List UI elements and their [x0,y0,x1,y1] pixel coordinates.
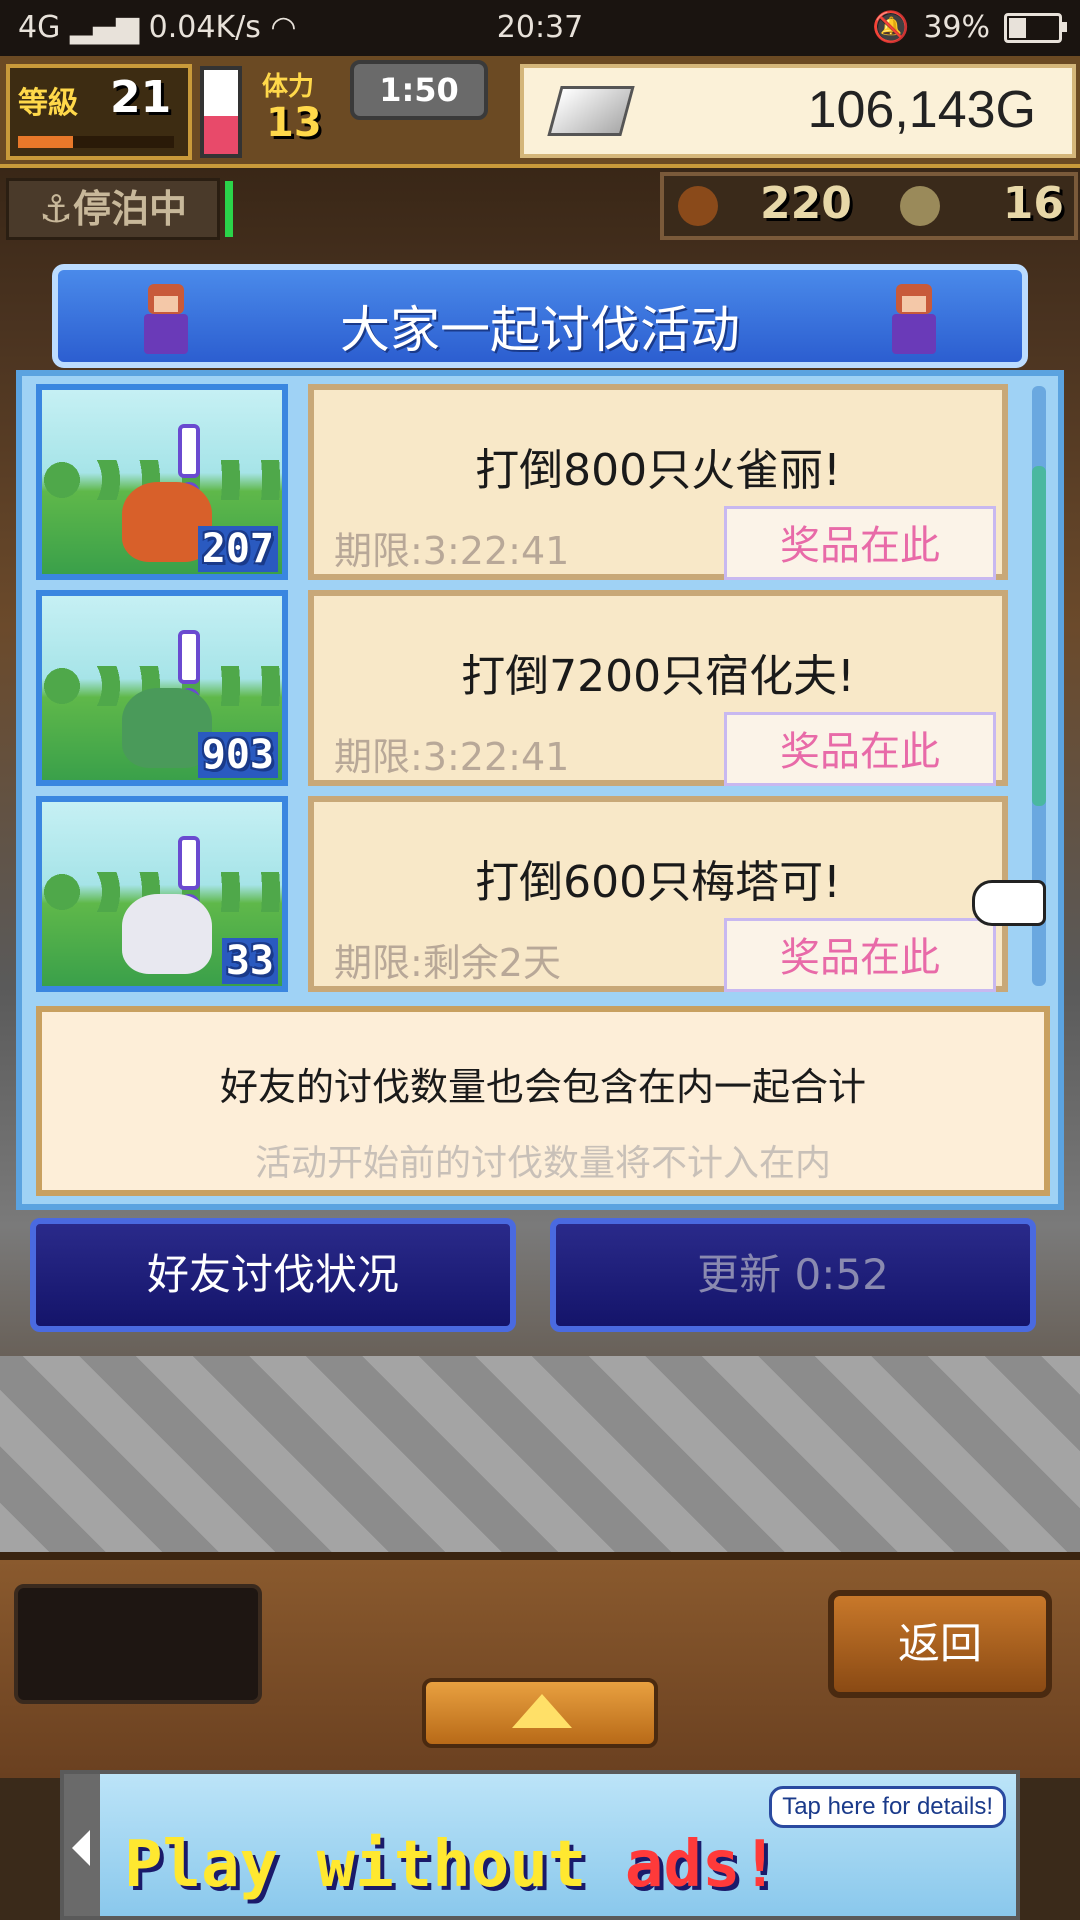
stamina-timer: 1:50 [350,60,488,120]
status-right: 🔕 39% [871,10,1067,45]
quest-deadline: 期限:3:22:41 [334,529,570,573]
quest-card: 打倒600只梅塔可! 期限:剩余2天 奖品在此 [308,796,1008,992]
quest-title: 打倒800只火雀丽! [475,445,841,496]
up-arrow-icon [512,1694,572,1728]
battery-icon [1004,12,1067,43]
monster-sprite [122,894,212,974]
exclamation-icon [178,836,200,916]
kill-count: 33 [221,938,278,984]
left-arrow-icon [72,1830,90,1866]
xp-bar-fill [18,136,73,148]
resource-2-value: 16 [1002,178,1064,229]
anchor-icon: ⚓ [38,187,74,231]
info-box: 好友的讨伐数量也会包含在内一起合计 活动开始前的讨伐数量将不计入在内 [36,1006,1050,1196]
prize-button[interactable]: 奖品在此 [724,506,996,580]
level-box: 等級 21 [6,64,192,160]
character-avatar-right [886,284,942,358]
quest-card: 打倒7200只宿化夫! 期限:3:22:41 奖品在此 [308,590,1008,786]
stamina-gauge-fill [204,116,238,154]
avatar-body [892,314,936,354]
monster-thumbnail: 903 [36,590,288,786]
prize-button[interactable]: 奖品在此 [724,712,996,786]
quest-deadline: 期限:剩余2天 [334,941,561,985]
top-hud: 等級 21 体力 13 1:50 106,143G [0,56,1080,168]
back-button[interactable]: 返回 [828,1590,1052,1698]
silver-bar-icon [547,86,635,136]
info-line-secondary: 活动开始前的讨伐数量将不计入在内 [254,1143,831,1184]
hand-pointer-icon [972,880,1046,926]
stamina-label: 体力 [262,72,315,102]
dialog-header: 大家一起讨伐活动 [52,264,1028,368]
stamina-value: 13 [266,100,322,146]
coin-icon [900,186,940,226]
refresh-button[interactable]: 更新 0:52 [550,1218,1036,1332]
level-label: 等級 [18,86,78,121]
exclamation-icon [178,424,200,504]
quest-row: 33 打倒600只梅塔可! 期限:剩余2天 奖品在此 [36,796,1026,996]
monster-thumbnail: 33 [36,796,288,992]
kill-count: 207 [197,526,278,572]
ad-headline: Play without ads! [124,1828,779,1902]
battery-percent: 39% [923,10,990,45]
gold-value: 106,143G [807,81,1036,139]
exclamation-icon [178,630,200,710]
xp-bar [18,136,174,148]
battery-fill [1009,17,1027,38]
bottom-bar: 返回 [0,1552,1080,1778]
moored-indicator [225,181,233,237]
prize-button[interactable]: 奖品在此 [724,918,996,992]
ad-banner[interactable]: Play without ads! Tap here for details! [60,1770,1020,1920]
gold-box: 106,143G [520,64,1076,158]
quest-card: 打倒800只火雀丽! 期限:3:22:41 奖品在此 [308,384,1008,580]
empty-slot [14,1584,262,1704]
expand-menu-button[interactable] [422,1678,658,1748]
quest-row: 207 打倒800只火雀丽! 期限:3:22:41 奖品在此 [36,384,1026,584]
ad-headline-accent: ads! [624,1828,780,1902]
quest-title: 打倒600只梅塔可! [475,857,841,908]
info-line-primary: 好友的讨伐数量也会包含在内一起合计 [219,1065,866,1109]
scrollbar-thumb[interactable] [1032,466,1046,806]
resource-box: 220 16 [660,172,1078,240]
resource-1-value: 220 [760,178,852,229]
monster-thumbnail: 207 [36,384,288,580]
quest-row: 903 打倒7200只宿化夫! 期限:3:22:41 奖品在此 [36,590,1026,790]
quest-deadline: 期限:3:22:41 [334,735,570,779]
ad-collapse-tab[interactable] [64,1774,100,1916]
status-bar: 4G ▂▄▆ 0.04K/s ◠ 20:37 🔕 39% [0,0,1080,56]
meat-icon [678,186,718,226]
stamina-gauge [200,66,242,158]
moored-status: ⚓停泊中 [6,178,233,240]
avatar-face [902,296,926,312]
quest-title: 打倒7200只宿化夫! [461,651,855,702]
level-value: 21 [110,72,172,123]
friend-status-button[interactable]: 好友讨伐状况 [30,1218,516,1332]
kill-count: 903 [197,732,278,778]
moored-label: 停泊中 [73,187,188,231]
ad-details-bubble[interactable]: Tap here for details! [769,1786,1006,1828]
dialog-title: 大家一起讨伐活动 [340,301,740,359]
ad-headline-main: Play without [124,1828,625,1902]
dialog-body: 207 打倒800只火雀丽! 期限:3:22:41 奖品在此 903 打倒7200只宿化… [16,370,1064,1210]
quest-list[interactable]: 207 打倒800只火雀丽! 期限:3:22:41 奖品在此 903 打倒7200只宿化… [36,384,1026,1000]
mute-bell-icon: 🔕 [871,10,910,45]
